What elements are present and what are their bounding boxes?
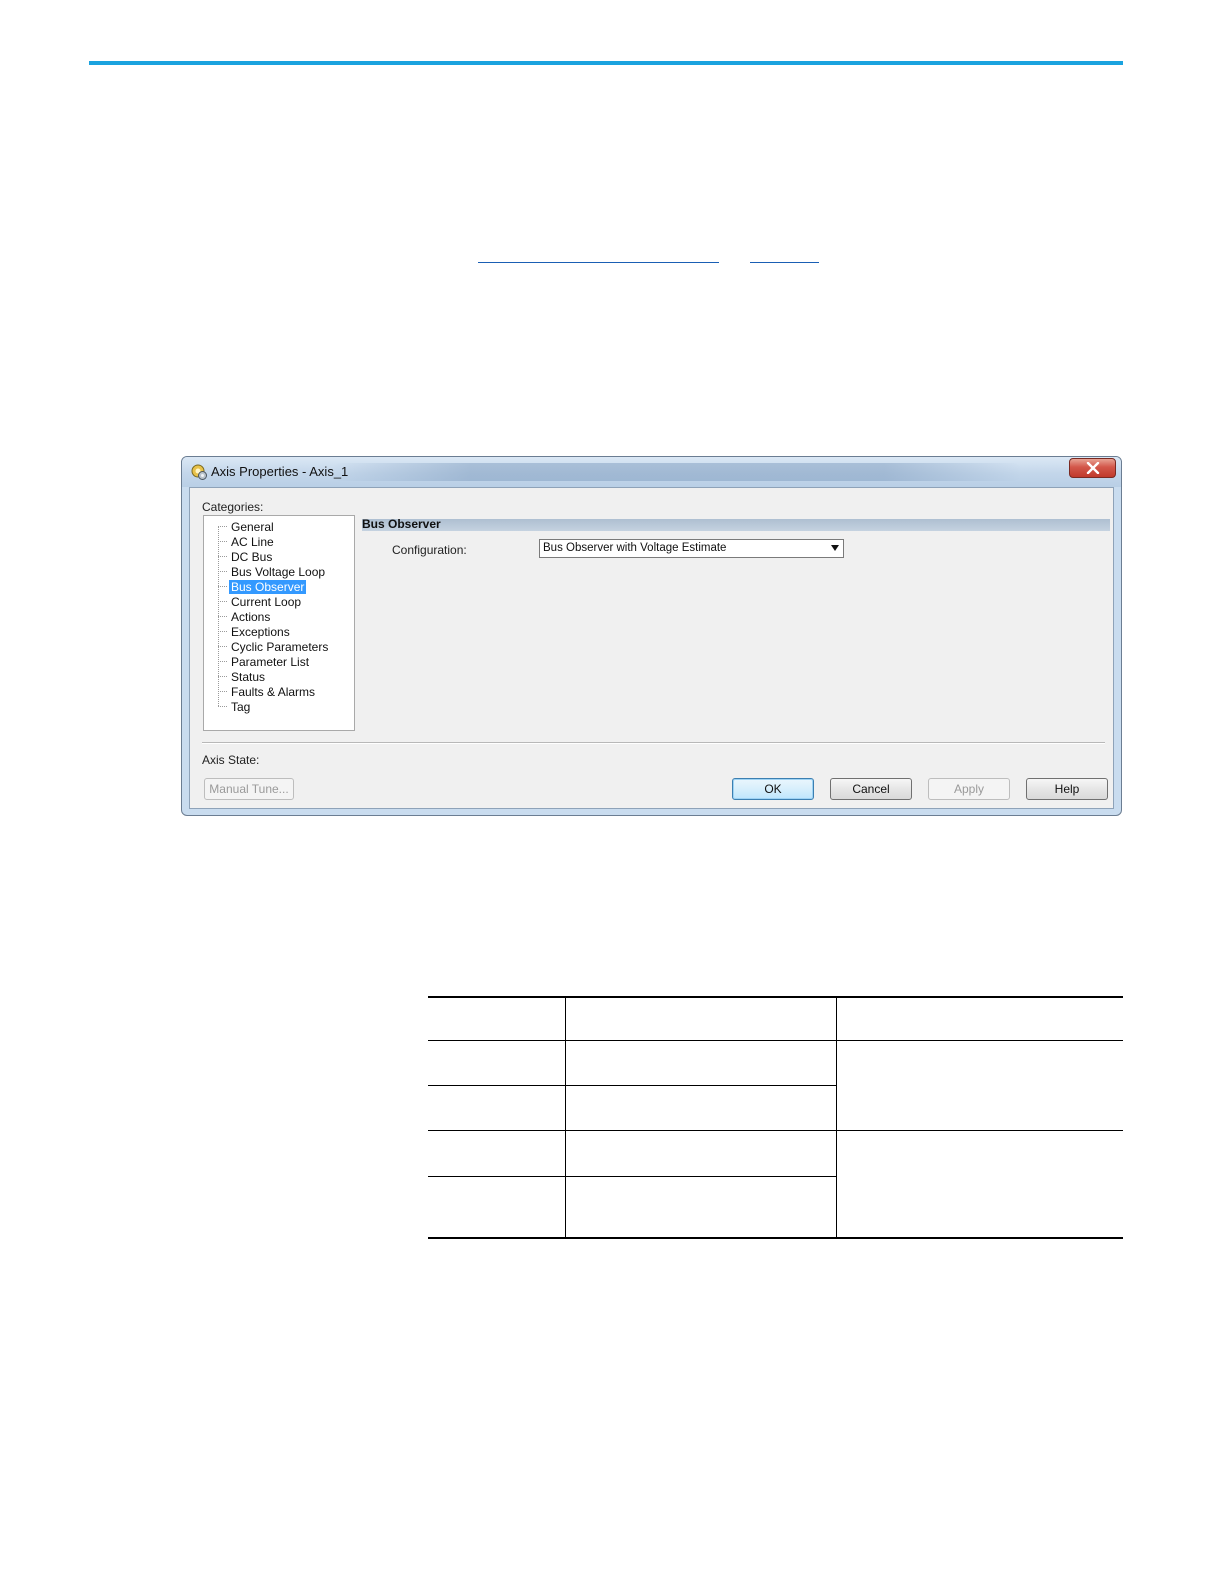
- ok-button[interactable]: OK: [732, 778, 814, 800]
- tree-item-actions[interactable]: Actions: [218, 609, 272, 624]
- dialog-client-area: Categories: General AC Line DC Bus Bus V…: [189, 487, 1114, 809]
- top-accent-rule: [89, 61, 1123, 65]
- tree-item-ac-line[interactable]: AC Line: [218, 534, 276, 549]
- title-bar[interactable]: Axis Properties - Axis_1: [182, 457, 1121, 487]
- tree-item-exceptions[interactable]: Exceptions: [218, 624, 292, 639]
- cancel-button[interactable]: Cancel: [830, 778, 912, 800]
- section-title: Bus Observer: [362, 517, 441, 531]
- close-button[interactable]: [1069, 458, 1116, 478]
- categories-tree[interactable]: General AC Line DC Bus Bus Voltage Loop …: [203, 515, 355, 731]
- section-header: Bus Observer: [362, 517, 1110, 531]
- tree-item-status[interactable]: Status: [218, 669, 267, 684]
- configuration-value: Bus Observer with Voltage Estimate: [543, 542, 727, 554]
- tree-item-cyclic-parameters[interactable]: Cyclic Parameters: [218, 639, 330, 654]
- tree-item-dc-bus[interactable]: DC Bus: [218, 549, 274, 564]
- tree-item-current-loop[interactable]: Current Loop: [218, 594, 303, 609]
- close-icon: [1086, 462, 1099, 474]
- tree-item-parameter-list[interactable]: Parameter List: [218, 654, 311, 669]
- tree-item-bus-observer[interactable]: Bus Observer: [218, 579, 307, 594]
- axis-properties-dialog: Axis Properties - Axis_1 Categories: Gen…: [181, 456, 1122, 816]
- tree-item-bus-voltage-loop[interactable]: Bus Voltage Loop: [218, 564, 327, 579]
- tree-item-general[interactable]: General: [218, 519, 276, 534]
- configuration-label: Configuration:: [392, 543, 467, 557]
- axis-state-label: Axis State:: [202, 753, 260, 767]
- dropdown-arrow-icon: [831, 545, 839, 551]
- gear-app-icon: [191, 464, 207, 480]
- hyperlink-underline[interactable]: [750, 262, 819, 263]
- hyperlink-underline[interactable]: [478, 262, 719, 263]
- apply-button[interactable]: Apply: [928, 778, 1010, 800]
- dialog-title: Axis Properties - Axis_1: [211, 464, 349, 479]
- divider: [202, 742, 1105, 744]
- tree-item-tag[interactable]: Tag: [218, 699, 252, 714]
- configuration-select[interactable]: Bus Observer with Voltage Estimate: [539, 539, 844, 558]
- manual-tune-button[interactable]: Manual Tune...: [204, 778, 294, 800]
- categories-label: Categories:: [202, 500, 264, 514]
- help-button[interactable]: Help: [1026, 778, 1108, 800]
- tree-item-faults-alarms[interactable]: Faults & Alarms: [218, 684, 317, 699]
